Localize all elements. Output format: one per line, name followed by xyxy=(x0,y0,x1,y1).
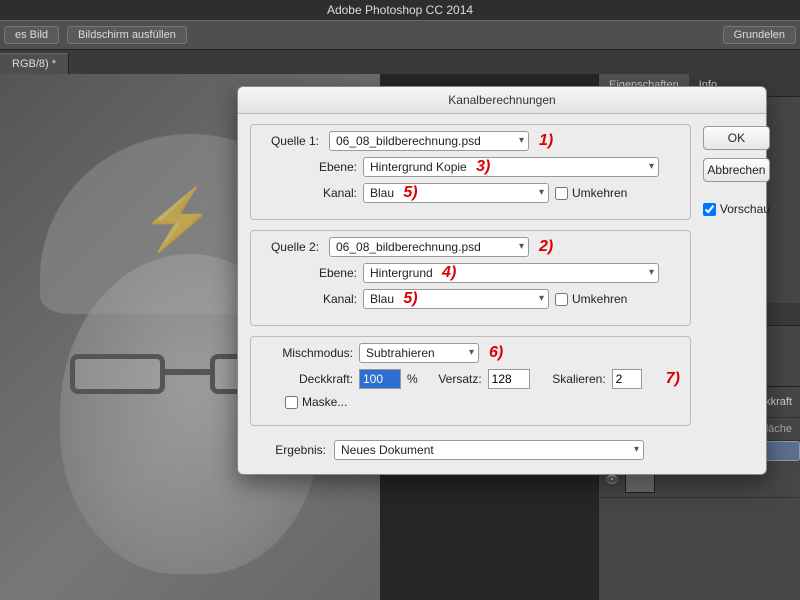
source1-file-value: 06_08_bildberechnung.psd xyxy=(336,134,481,148)
preview-input[interactable] xyxy=(703,203,716,216)
source2-invert-checkbox[interactable]: Umkehren xyxy=(555,292,627,306)
annotation-2: 2) xyxy=(539,238,553,256)
cancel-button[interactable]: Abbrechen xyxy=(703,158,770,182)
chevron-updown-icon: ▾ xyxy=(634,443,639,457)
source2-channel-value: Blau xyxy=(370,292,394,306)
opacity-label: Deckkraft: xyxy=(275,372,353,386)
glasses-bridge xyxy=(165,369,210,375)
source1-layer-value: Hintergrund Kopie xyxy=(370,160,467,174)
result-row: Ergebnis: Neues Dokument ▾ xyxy=(250,436,691,460)
source2-legend: Quelle 2: xyxy=(261,240,323,254)
result-value: Neues Dokument xyxy=(341,443,434,457)
source1-channel-select[interactable]: Blau 5) ▾ xyxy=(363,183,549,203)
scale-label: Skalieren: xyxy=(536,372,606,386)
result-select[interactable]: Neues Dokument ▾ xyxy=(334,440,644,460)
dialog-title: Kanalberechnungen xyxy=(238,87,766,114)
source2-channel-select[interactable]: Blau 5) ▾ xyxy=(363,289,549,309)
chevron-updown-icon: ▾ xyxy=(649,160,654,174)
source2-layer-value: Hintergrund xyxy=(370,266,433,280)
chevron-updown-icon: ▾ xyxy=(539,292,544,306)
percent-label: % xyxy=(407,372,418,386)
calculations-dialog: Kanalberechnungen Quelle 1: 06_08_bildbe… xyxy=(237,86,767,475)
source1-layer-label: Ebene: xyxy=(295,160,357,174)
source2-group: Quelle 2: 06_08_bildberechnung.psd ▾ 2) … xyxy=(250,230,691,326)
offset-input[interactable] xyxy=(488,369,530,389)
source1-file-select[interactable]: 06_08_bildberechnung.psd ▾ xyxy=(329,131,529,151)
chevron-updown-icon: ▾ xyxy=(469,346,474,360)
fill-screen-button[interactable]: Bildschirm ausfüllen xyxy=(67,26,187,44)
mask-label: Maske... xyxy=(302,395,347,409)
opacity-input[interactable] xyxy=(359,369,401,389)
result-label: Ergebnis: xyxy=(254,443,326,457)
source1-invert-label: Umkehren xyxy=(572,186,627,200)
annotation-4: 4) xyxy=(442,266,456,280)
source1-invert-input[interactable] xyxy=(555,187,568,200)
source2-file-value: 06_08_bildberechnung.psd xyxy=(336,240,481,254)
chevron-updown-icon: ▾ xyxy=(519,240,524,254)
offset-label: Versatz: xyxy=(424,372,482,386)
fit-image-button[interactable]: es Bild xyxy=(4,26,59,44)
chevron-updown-icon: ▾ xyxy=(519,134,524,148)
lightning-bolt-icon: ⚡ xyxy=(140,184,215,255)
doc-tab-strip: RGB/8) * xyxy=(0,50,800,74)
blend-mode-select[interactable]: Subtrahieren ▾ xyxy=(359,343,479,363)
options-bar: es Bild Bildschirm ausfüllen Grundelen xyxy=(0,20,800,50)
source1-invert-checkbox[interactable]: Umkehren xyxy=(555,186,627,200)
source1-channel-label: Kanal: xyxy=(295,186,357,200)
source2-layer-select[interactable]: Hintergrund 4) ▾ xyxy=(363,263,659,283)
blend-legend: Mischmodus: xyxy=(261,346,353,360)
source2-layer-label: Ebene: xyxy=(295,266,357,280)
blend-mode-value: Subtrahieren xyxy=(366,346,435,360)
source1-group: Quelle 1: 06_08_bildberechnung.psd ▾ 1) … xyxy=(250,124,691,220)
source1-layer-select[interactable]: Hintergrund Kopie 3) ▾ xyxy=(363,157,659,177)
annotation-5b: 5) xyxy=(403,292,417,306)
source1-legend: Quelle 1: xyxy=(261,134,323,148)
mask-input[interactable] xyxy=(285,396,298,409)
preview-label: Vorschau xyxy=(720,202,770,216)
annotation-6: 6) xyxy=(489,344,503,362)
app-title-bar: Adobe Photoshop CC 2014 xyxy=(0,0,800,20)
preview-checkbox[interactable]: Vorschau xyxy=(703,202,770,216)
chevron-updown-icon: ▾ xyxy=(539,186,544,200)
source2-invert-input[interactable] xyxy=(555,293,568,306)
dialog-side: OK Abbrechen Vorschau xyxy=(703,124,770,460)
annotation-7: 7) xyxy=(666,370,680,388)
app-title: Adobe Photoshop CC 2014 xyxy=(327,3,473,17)
chevron-updown-icon: ▾ xyxy=(649,266,654,280)
source1-channel-value: Blau xyxy=(370,186,394,200)
source2-channel-label: Kanal: xyxy=(295,292,357,306)
lens-left xyxy=(70,354,165,394)
doc-tab[interactable]: RGB/8) * xyxy=(0,53,69,74)
annotation-3: 3) xyxy=(476,160,490,174)
annotation-1: 1) xyxy=(539,132,553,150)
mask-checkbox[interactable]: Maske... xyxy=(285,395,347,409)
scale-input[interactable] xyxy=(612,369,642,389)
essentials-button[interactable]: Grundelen xyxy=(723,26,796,44)
ok-button[interactable]: OK xyxy=(703,126,770,150)
source2-invert-label: Umkehren xyxy=(572,292,627,306)
source2-file-select[interactable]: 06_08_bildberechnung.psd ▾ xyxy=(329,237,529,257)
blend-group: Mischmodus: Subtrahieren ▾ 6) Deckkraft:… xyxy=(250,336,691,426)
annotation-5a: 5) xyxy=(403,186,417,200)
